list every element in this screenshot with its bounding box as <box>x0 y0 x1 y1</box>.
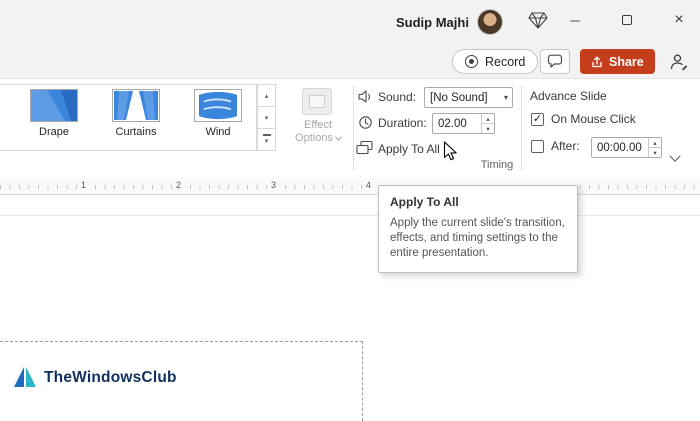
record-label: Record <box>485 55 525 69</box>
transition-item-curtains[interactable]: Curtains <box>112 89 160 138</box>
editing-mode-button[interactable] <box>668 51 690 73</box>
close-button[interactable]: × <box>662 6 696 34</box>
scroll-down-icon: ▾ <box>265 114 269 122</box>
wind-thumbnail <box>194 89 242 122</box>
chevron-down-icon <box>335 134 342 141</box>
scroll-up-icon: ▴ <box>265 92 269 100</box>
slide-logo: TheWindowsClub <box>14 367 177 389</box>
gallery-more-button[interactable]: ▾ <box>258 129 275 150</box>
duration-spinner[interactable]: 02.00 ▴ ▾ <box>432 113 495 134</box>
more-arrow-icon: ▾ <box>265 137 269 145</box>
minimize-icon: ─ <box>570 13 579 28</box>
spin-up-icon[interactable]: ▴ <box>649 138 661 148</box>
drape-thumbnail <box>30 89 78 122</box>
effect-options-button[interactable]: Effect <box>283 119 353 131</box>
record-button[interactable]: Record <box>452 49 538 74</box>
windowsclub-logo-icon <box>14 367 38 389</box>
transition-label: Curtains <box>112 126 160 138</box>
apply-to-all-button[interactable]: Apply To All <box>378 142 440 156</box>
share-label: Share <box>609 55 644 69</box>
minimize-button[interactable]: ─ <box>558 6 592 34</box>
spin-down-icon[interactable]: ▾ <box>649 148 661 157</box>
share-icon <box>591 56 603 68</box>
timing-group-label: Timing <box>447 159 547 171</box>
titlebar: Sudip Majhi ─ × Record Share <box>0 0 700 78</box>
spinner-arrows: ▴ ▾ <box>481 114 494 133</box>
duration-clock-icon <box>358 115 373 130</box>
ruler-mark: 4 <box>363 180 374 190</box>
advance-slide-label: Advance Slide <box>530 89 607 103</box>
account-name[interactable]: Sudip Majhi <box>396 15 469 30</box>
transition-label: Drape <box>30 126 78 138</box>
maximize-icon <box>622 15 632 25</box>
close-icon: × <box>674 11 683 29</box>
ruler-mark: 3 <box>268 180 279 190</box>
duration-label: Duration: <box>378 116 427 130</box>
transition-item-wind[interactable]: Wind <box>194 89 242 138</box>
record-icon <box>465 55 478 68</box>
mouse-cursor <box>443 141 459 162</box>
more-bar-icon <box>263 134 271 136</box>
gallery-scroll-down-button[interactable]: ▾ <box>258 107 275 129</box>
collapse-ribbon-button[interactable] <box>664 150 686 168</box>
horizontal-ruler: 1 2 3 4 <box>0 178 700 195</box>
sound-icon <box>358 90 373 104</box>
group-separator <box>521 85 522 171</box>
effect-options-label-line2: Options <box>295 132 333 144</box>
spin-up-icon[interactable]: ▴ <box>482 114 494 124</box>
duration-value: 02.00 <box>433 114 481 133</box>
apply-to-all-icon <box>356 140 373 156</box>
gallery-scroll-column: ▴ ▾ ▾ <box>257 84 276 151</box>
comment-icon <box>547 54 563 69</box>
transition-label: Wind <box>194 126 242 138</box>
tooltip-body: Apply the current slide's transition, ef… <box>390 216 566 261</box>
after-label: After: <box>551 139 580 153</box>
premium-diamond-icon[interactable] <box>528 12 548 29</box>
sound-label: Sound: <box>378 90 416 104</box>
chevron-down-icon <box>669 151 680 162</box>
account-avatar[interactable] <box>477 9 503 35</box>
curtains-thumbnail <box>112 89 160 122</box>
spinner-arrows: ▴ ▾ <box>648 138 661 157</box>
spin-down-icon[interactable]: ▾ <box>482 124 494 133</box>
sound-value: [No Sound] <box>430 92 504 104</box>
share-button[interactable]: Share <box>580 49 655 74</box>
dropdown-arrow-icon: ▾ <box>504 93 508 102</box>
ruler-mark: 1 <box>78 180 89 190</box>
maximize-button[interactable] <box>610 6 644 34</box>
sound-dropdown[interactable]: [No Sound] ▾ <box>424 87 513 108</box>
gallery-scroll-up-button[interactable]: ▴ <box>258 85 275 107</box>
effect-options-button-line2[interactable]: Options <box>283 132 353 144</box>
slide-edge <box>0 215 700 216</box>
on-mouse-click-checkbox[interactable]: ✓ <box>531 113 544 126</box>
tooltip-title: Apply To All <box>390 195 566 209</box>
check-icon: ✓ <box>533 114 542 125</box>
transition-item-drape[interactable]: Drape <box>30 89 78 138</box>
comments-button[interactable] <box>540 49 570 74</box>
ruler-mark: 2 <box>173 180 184 190</box>
effect-options-icon <box>302 88 332 115</box>
group-separator <box>353 85 354 171</box>
apply-to-all-tooltip: Apply To All Apply the current slide's t… <box>378 185 578 273</box>
person-edit-icon <box>670 53 689 72</box>
windowsclub-logo-text: TheWindowsClub <box>44 369 177 387</box>
effect-options-label-line1: Effect <box>304 119 332 131</box>
after-time-value: 00:00.00 <box>592 138 648 157</box>
after-checkbox[interactable] <box>531 140 544 153</box>
on-mouse-click-label: On Mouse Click <box>551 112 636 126</box>
after-time-spinner[interactable]: 00:00.00 ▴ ▾ <box>591 137 662 158</box>
